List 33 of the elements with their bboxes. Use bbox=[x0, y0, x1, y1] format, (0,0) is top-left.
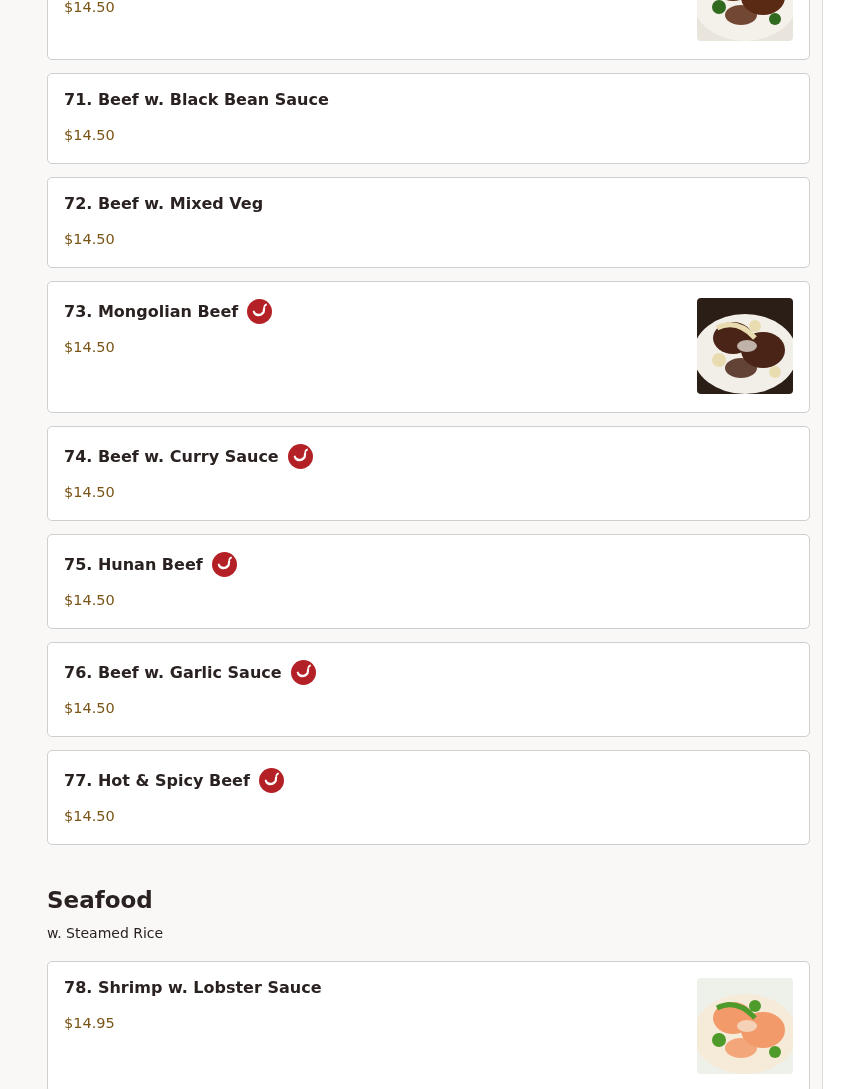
item-price: $14.50 bbox=[64, 807, 116, 826]
menu-item-card[interactable]: 71. Beef w. Black Bean Sauce $14.50 bbox=[47, 73, 810, 164]
menu-item-card[interactable]: 72. Beef w. Mixed Veg $14.50 bbox=[47, 177, 810, 268]
item-price: $14.50 bbox=[64, 699, 116, 718]
item-price: $14.50 bbox=[64, 338, 116, 357]
menu-item-card[interactable]: 75. Hunan Beef $14.50 bbox=[47, 534, 810, 629]
item-price: $14.50 bbox=[64, 0, 115, 17]
menu-item-card[interactable]: 77. Hot & Spicy Beef $14.50 bbox=[47, 750, 810, 845]
item-name: 77. Hot & Spicy Beef bbox=[64, 770, 250, 791]
item-name: 75. Hunan Beef bbox=[64, 554, 203, 575]
chili-pepper-icon bbox=[247, 299, 273, 324]
item-name: 76. Beef w. Garlic Sauce bbox=[64, 662, 282, 683]
chili-pepper-icon bbox=[290, 660, 316, 685]
menu-item-card[interactable]: 76. Beef w. Garlic Sauce $14.50 bbox=[47, 642, 810, 737]
item-price: $14.95 bbox=[64, 1014, 116, 1033]
item-price: $14.50 bbox=[64, 591, 116, 610]
item-price: $14.50 bbox=[64, 230, 116, 249]
section-heading: Seafood bbox=[47, 886, 154, 914]
menu-item-card[interactable]: 73. Mongolian Beef $14.50 bbox=[47, 281, 810, 413]
item-price: $14.50 bbox=[64, 483, 116, 502]
menu-item-card[interactable]: 78. Shrimp w. Lobster Sauce $14.95 bbox=[47, 961, 810, 1089]
chili-pepper-icon bbox=[211, 552, 237, 577]
item-name: 71. Beef w. Black Bean Sauce bbox=[64, 90, 329, 110]
section-subtitle: w. Steamed Rice bbox=[47, 924, 165, 942]
item-price: $14.50 bbox=[64, 126, 116, 145]
chili-pepper-icon bbox=[287, 444, 313, 469]
item-name: 73. Mongolian Beef bbox=[64, 301, 239, 322]
menu-item-card[interactable]: 74. Beef w. Curry Sauce $14.50 bbox=[47, 426, 810, 521]
item-name: 78. Shrimp w. Lobster Sauce bbox=[64, 978, 322, 998]
menu-item-card[interactable]: $14.50 bbox=[47, 0, 810, 60]
chili-pepper-icon bbox=[258, 768, 284, 793]
item-name: 72. Beef w. Mixed Veg bbox=[64, 194, 264, 214]
item-name: 74. Beef w. Curry Sauce bbox=[64, 446, 279, 467]
